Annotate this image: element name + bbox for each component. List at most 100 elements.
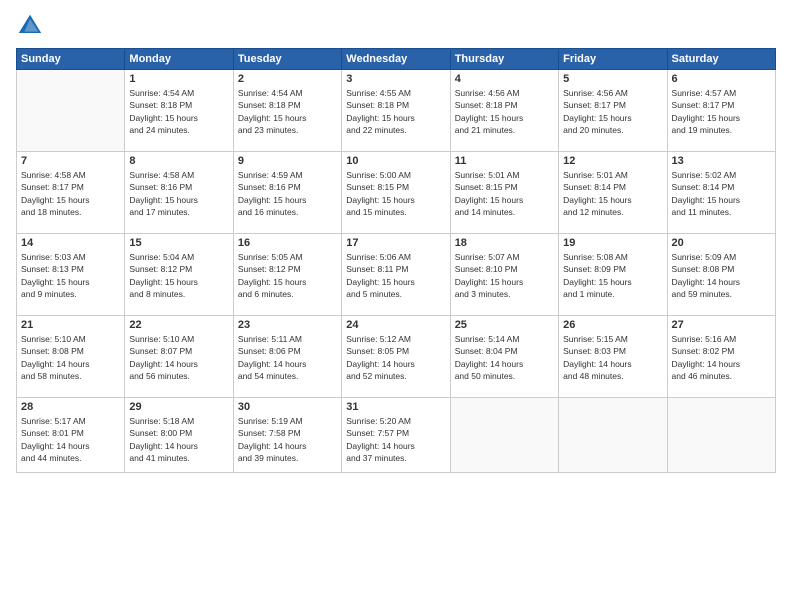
- day-info: Sunrise: 5:02 AM Sunset: 8:14 PM Dayligh…: [672, 169, 771, 218]
- day-info: Sunrise: 5:10 AM Sunset: 8:08 PM Dayligh…: [21, 333, 120, 382]
- day-number: 6: [672, 73, 771, 85]
- day-number: 14: [21, 237, 120, 249]
- day-number: 9: [238, 155, 337, 167]
- calendar-cell: 28 Sunrise: 5:17 AM Sunset: 8:01 PM Dayli…: [17, 398, 125, 473]
- calendar: SundayMondayTuesdayWednesdayThursdayFrid…: [16, 48, 776, 473]
- day-info: Sunrise: 5:16 AM Sunset: 8:02 PM Dayligh…: [672, 333, 771, 382]
- day-number: 1: [129, 73, 228, 85]
- calendar-cell: 13Sunrise: 5:02 AM Sunset: 8:14 PM Dayli…: [667, 152, 775, 234]
- day-info: Sunrise: 4:56 AM Sunset: 8:17 PM Dayligh…: [563, 87, 662, 136]
- calendar-cell: 4 Sunrise: 4:56 AM Sunset: 8:18 PM Daylig…: [450, 70, 558, 152]
- day-info: Sunrise: 5:08 AM Sunset: 8:09 PM Dayligh…: [563, 251, 662, 300]
- day-number: 21: [21, 319, 120, 331]
- day-info: Sunrise: 5:09 AM Sunset: 8:08 PM Dayligh…: [672, 251, 771, 300]
- week-row-5: 28 Sunrise: 5:17 AM Sunset: 8:01 PM Dayli…: [17, 398, 776, 473]
- day-number: 31: [346, 401, 445, 413]
- calendar-cell: 5 Sunrise: 4:56 AM Sunset: 8:17 PM Daylig…: [559, 70, 667, 152]
- day-info: Sunrise: 5:03 AM Sunset: 8:13 PM Dayligh…: [21, 251, 120, 300]
- logo: [16, 12, 48, 40]
- calendar-cell: [17, 70, 125, 152]
- day-info: Sunrise: 4:56 AM Sunset: 8:18 PM Dayligh…: [455, 87, 554, 136]
- day-info: Sunrise: 5:05 AM Sunset: 8:12 PM Dayligh…: [238, 251, 337, 300]
- day-info: Sunrise: 5:14 AM Sunset: 8:04 PM Dayligh…: [455, 333, 554, 382]
- calendar-cell: 7Sunrise: 4:58 AM Sunset: 8:17 PM Daylig…: [17, 152, 125, 234]
- weekday-header-sunday: Sunday: [17, 49, 125, 70]
- day-info: Sunrise: 4:54 AM Sunset: 8:18 PM Dayligh…: [129, 87, 228, 136]
- day-number: 22: [129, 319, 228, 331]
- day-number: 17: [346, 237, 445, 249]
- day-info: Sunrise: 5:11 AM Sunset: 8:06 PM Dayligh…: [238, 333, 337, 382]
- day-number: 23: [238, 319, 337, 331]
- day-info: Sunrise: 5:12 AM Sunset: 8:05 PM Dayligh…: [346, 333, 445, 382]
- weekday-header-monday: Monday: [125, 49, 233, 70]
- calendar-cell: 14 Sunrise: 5:03 AM Sunset: 8:13 PM Dayli…: [17, 234, 125, 316]
- calendar-cell: 16 Sunrise: 5:05 AM Sunset: 8:12 PM Dayli…: [233, 234, 341, 316]
- day-info: Sunrise: 4:58 AM Sunset: 8:17 PM Dayligh…: [21, 169, 120, 218]
- day-number: 18: [455, 237, 554, 249]
- day-info: Sunrise: 4:54 AM Sunset: 8:18 PM Dayligh…: [238, 87, 337, 136]
- day-number: 16: [238, 237, 337, 249]
- page: SundayMondayTuesdayWednesdayThursdayFrid…: [0, 0, 792, 612]
- week-row-1: 1 Sunrise: 4:54 AM Sunset: 8:18 PM Daylig…: [17, 70, 776, 152]
- calendar-cell: 8Sunrise: 4:58 AM Sunset: 8:16 PM Daylig…: [125, 152, 233, 234]
- calendar-cell: [450, 398, 558, 473]
- calendar-cell: 17 Sunrise: 5:06 AM Sunset: 8:11 PM Dayli…: [342, 234, 450, 316]
- weekday-header-wednesday: Wednesday: [342, 49, 450, 70]
- calendar-cell: [667, 398, 775, 473]
- day-number: 26: [563, 319, 662, 331]
- day-info: Sunrise: 4:57 AM Sunset: 8:17 PM Dayligh…: [672, 87, 771, 136]
- calendar-cell: 21 Sunrise: 5:10 AM Sunset: 8:08 PM Dayli…: [17, 316, 125, 398]
- weekday-header-tuesday: Tuesday: [233, 49, 341, 70]
- day-number: 20: [672, 237, 771, 249]
- day-info: Sunrise: 5:15 AM Sunset: 8:03 PM Dayligh…: [563, 333, 662, 382]
- calendar-cell: 27 Sunrise: 5:16 AM Sunset: 8:02 PM Dayli…: [667, 316, 775, 398]
- calendar-cell: 30Sunrise: 5:19 AM Sunset: 7:58 PM Dayli…: [233, 398, 341, 473]
- calendar-cell: 1 Sunrise: 4:54 AM Sunset: 8:18 PM Daylig…: [125, 70, 233, 152]
- calendar-cell: 10 Sunrise: 5:00 AM Sunset: 8:15 PM Dayli…: [342, 152, 450, 234]
- week-row-4: 21 Sunrise: 5:10 AM Sunset: 8:08 PM Dayli…: [17, 316, 776, 398]
- day-number: 3: [346, 73, 445, 85]
- calendar-cell: 11 Sunrise: 5:01 AM Sunset: 8:15 PM Dayli…: [450, 152, 558, 234]
- day-number: 10: [346, 155, 445, 167]
- day-number: 28: [21, 401, 120, 413]
- day-number: 15: [129, 237, 228, 249]
- day-info: Sunrise: 5:01 AM Sunset: 8:14 PM Dayligh…: [563, 169, 662, 218]
- day-number: 12: [563, 155, 662, 167]
- calendar-cell: 20 Sunrise: 5:09 AM Sunset: 8:08 PM Dayli…: [667, 234, 775, 316]
- day-info: Sunrise: 5:00 AM Sunset: 8:15 PM Dayligh…: [346, 169, 445, 218]
- day-number: 25: [455, 319, 554, 331]
- day-number: 2: [238, 73, 337, 85]
- day-number: 11: [455, 155, 554, 167]
- calendar-cell: 3Sunrise: 4:55 AM Sunset: 8:18 PM Daylig…: [342, 70, 450, 152]
- day-info: Sunrise: 5:01 AM Sunset: 8:15 PM Dayligh…: [455, 169, 554, 218]
- header: [16, 12, 776, 40]
- day-info: Sunrise: 5:18 AM Sunset: 8:00 PM Dayligh…: [129, 415, 228, 464]
- day-number: 24: [346, 319, 445, 331]
- day-number: 19: [563, 237, 662, 249]
- week-row-2: 7Sunrise: 4:58 AM Sunset: 8:17 PM Daylig…: [17, 152, 776, 234]
- weekday-header-row: SundayMondayTuesdayWednesdayThursdayFrid…: [17, 49, 776, 70]
- calendar-cell: 19 Sunrise: 5:08 AM Sunset: 8:09 PM Dayli…: [559, 234, 667, 316]
- calendar-cell: 22 Sunrise: 5:10 AM Sunset: 8:07 PM Dayli…: [125, 316, 233, 398]
- calendar-cell: 2 Sunrise: 4:54 AM Sunset: 8:18 PM Daylig…: [233, 70, 341, 152]
- day-number: 4: [455, 73, 554, 85]
- calendar-cell: 18Sunrise: 5:07 AM Sunset: 8:10 PM Dayli…: [450, 234, 558, 316]
- calendar-cell: 23 Sunrise: 5:11 AM Sunset: 8:06 PM Dayli…: [233, 316, 341, 398]
- calendar-cell: 31Sunrise: 5:20 AM Sunset: 7:57 PM Dayli…: [342, 398, 450, 473]
- weekday-header-thursday: Thursday: [450, 49, 558, 70]
- calendar-cell: 29Sunrise: 5:18 AM Sunset: 8:00 PM Dayli…: [125, 398, 233, 473]
- weekday-header-friday: Friday: [559, 49, 667, 70]
- calendar-cell: 25 Sunrise: 5:14 AM Sunset: 8:04 PM Dayli…: [450, 316, 558, 398]
- day-info: Sunrise: 5:10 AM Sunset: 8:07 PM Dayligh…: [129, 333, 228, 382]
- week-row-3: 14 Sunrise: 5:03 AM Sunset: 8:13 PM Dayli…: [17, 234, 776, 316]
- calendar-cell: 24 Sunrise: 5:12 AM Sunset: 8:05 PM Dayli…: [342, 316, 450, 398]
- calendar-cell: 12 Sunrise: 5:01 AM Sunset: 8:14 PM Dayli…: [559, 152, 667, 234]
- day-info: Sunrise: 5:06 AM Sunset: 8:11 PM Dayligh…: [346, 251, 445, 300]
- calendar-cell: 9Sunrise: 4:59 AM Sunset: 8:16 PM Daylig…: [233, 152, 341, 234]
- day-number: 27: [672, 319, 771, 331]
- day-info: Sunrise: 4:58 AM Sunset: 8:16 PM Dayligh…: [129, 169, 228, 218]
- day-number: 5: [563, 73, 662, 85]
- calendar-cell: 26 Sunrise: 5:15 AM Sunset: 8:03 PM Dayli…: [559, 316, 667, 398]
- day-number: 30: [238, 401, 337, 413]
- day-info: Sunrise: 5:17 AM Sunset: 8:01 PM Dayligh…: [21, 415, 120, 464]
